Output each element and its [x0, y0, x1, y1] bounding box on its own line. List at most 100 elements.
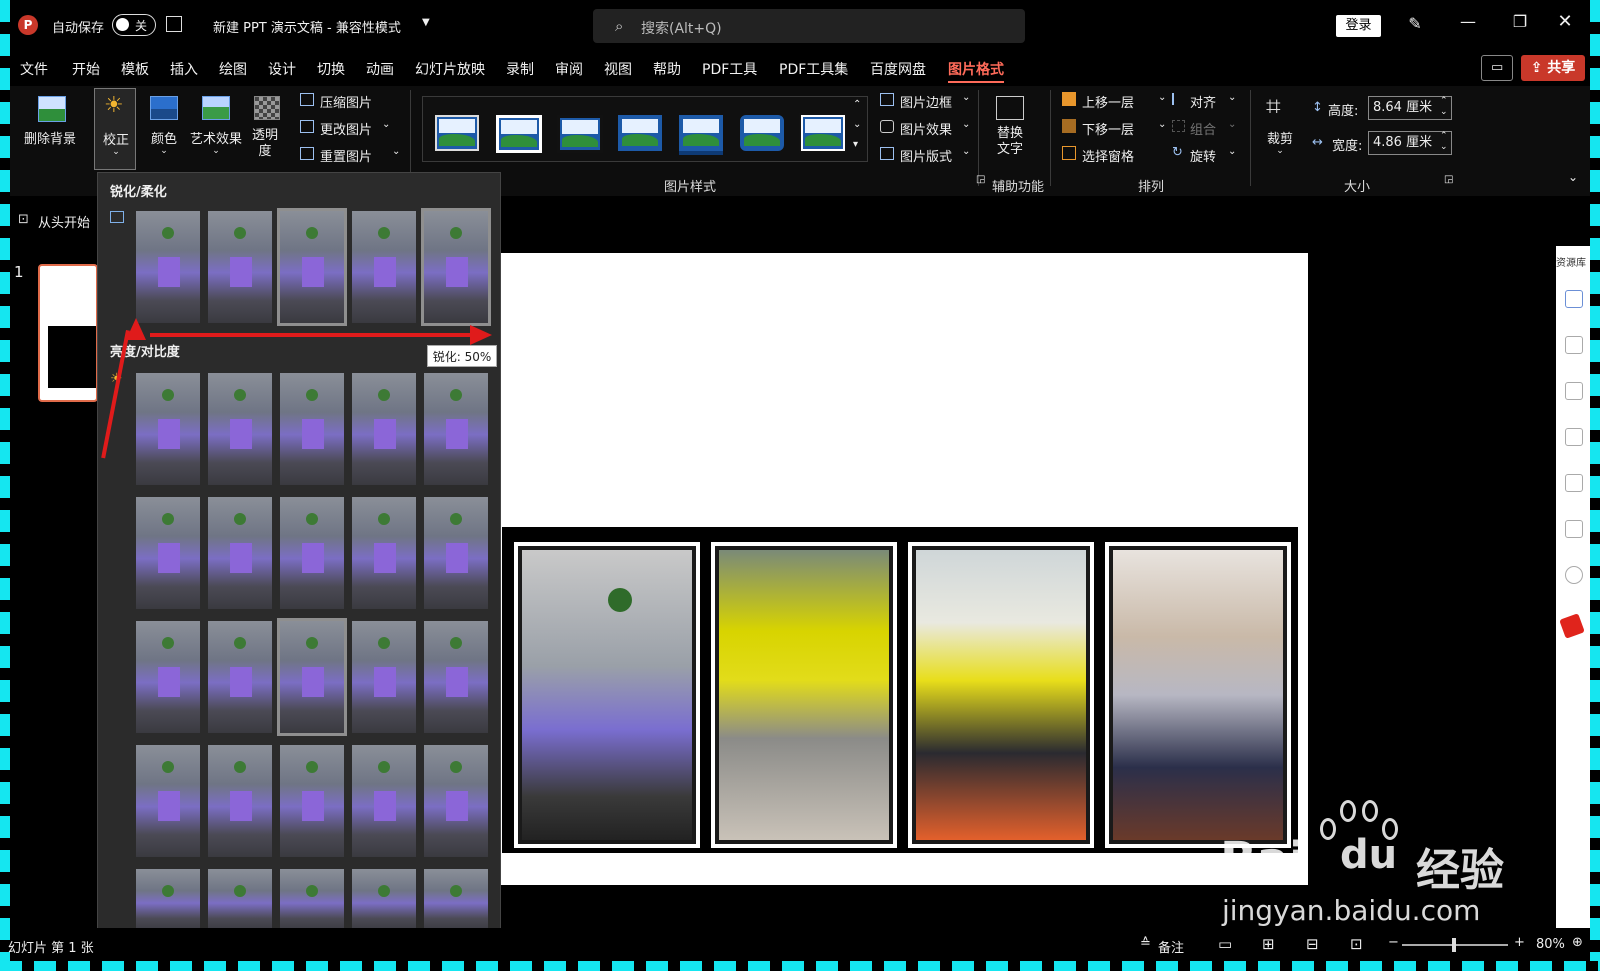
zoom-slider[interactable]: [1402, 938, 1508, 952]
picture-layout-button[interactable]: 图片版式 ⌄: [880, 146, 976, 166]
gallery-scroll-down-icon[interactable]: ⌄: [853, 119, 861, 130]
brightness-thumb[interactable]: [280, 497, 344, 609]
normal-view-icon[interactable]: ▭: [1218, 935, 1232, 953]
brightness-thumb[interactable]: [208, 373, 272, 485]
brightness-thumb[interactable]: [280, 869, 344, 931]
brightness-thumb[interactable]: [352, 497, 416, 609]
autosave-toggle[interactable]: 关: [112, 14, 156, 36]
artistic-effects-button[interactable]: 艺术效果 ⌄: [188, 94, 244, 160]
slide-sorter-icon[interactable]: ⊞: [1262, 935, 1275, 953]
brightness-thumb[interactable]: [424, 869, 488, 931]
reading-view-icon[interactable]: ⊟: [1306, 935, 1319, 953]
size-dialog-launcher-icon[interactable]: ◲: [1444, 174, 1453, 185]
sharpen-thumb-5[interactable]: [421, 208, 491, 326]
menu-review[interactable]: 审阅: [555, 59, 583, 79]
brightness-thumb[interactable]: [352, 869, 416, 931]
brightness-thumb[interactable]: [352, 621, 416, 733]
menu-picture-format[interactable]: 图片格式: [948, 59, 1004, 83]
presenter-view-icon[interactable]: ⊡: [1350, 935, 1363, 953]
brightness-thumb[interactable]: [136, 497, 200, 609]
send-backward-button[interactable]: 下移一层 ⌄: [1062, 119, 1172, 139]
styles-dialog-launcher-icon[interactable]: ◲: [976, 174, 985, 185]
more-icon[interactable]: [1565, 566, 1583, 584]
resource-icon[interactable]: [1565, 336, 1583, 354]
close-icon[interactable]: ✕: [1545, 11, 1585, 32]
brightness-thumb[interactable]: [208, 869, 272, 931]
picture-style-3[interactable]: [557, 115, 603, 153]
transparency-button[interactable]: 透明度: [250, 94, 284, 166]
crop-button[interactable]: ⌗ 裁剪 ⌄: [1262, 92, 1298, 164]
alt-text-button[interactable]: 替换文字: [990, 94, 1030, 166]
zoom-in-icon[interactable]: +: [1514, 935, 1525, 950]
share-button[interactable]: ⇪ 共享: [1521, 55, 1585, 81]
corrections-button[interactable]: ☀ 校正 ⌄: [94, 88, 136, 170]
slideshow-icon[interactable]: ⊡: [18, 212, 29, 227]
zoom-level[interactable]: 80%: [1536, 937, 1565, 952]
menu-animations[interactable]: 动画: [366, 59, 394, 79]
picture-style-6[interactable]: [740, 115, 784, 151]
ribbon-collapse-icon[interactable]: ⌄: [1568, 170, 1578, 184]
comment-button[interactable]: ▭: [1481, 55, 1513, 81]
menu-home[interactable]: 开始: [72, 59, 100, 79]
pen-icon[interactable]: ✎: [1395, 14, 1435, 33]
document-title[interactable]: 新建 PPT 演示文稿 - 兼容性模式: [213, 17, 401, 36]
title-dropdown-icon[interactable]: ▼: [422, 17, 430, 28]
color-button[interactable]: 颜色 ⌄: [144, 94, 184, 160]
menu-design[interactable]: 设计: [268, 59, 296, 79]
picture-border-button[interactable]: 图片边框 ⌄: [880, 92, 976, 112]
restore-icon[interactable]: ❐: [1500, 12, 1540, 31]
menu-insert[interactable]: 插入: [170, 59, 198, 79]
menu-transitions[interactable]: 切换: [317, 59, 345, 79]
brightness-thumb[interactable]: [424, 373, 488, 485]
remove-background-button[interactable]: 删除背景: [22, 94, 78, 154]
zoom-slider-thumb[interactable]: [1452, 938, 1456, 952]
menu-slideshow[interactable]: 幻灯片放映: [415, 59, 485, 79]
save-icon[interactable]: [166, 16, 182, 32]
picture-style-5[interactable]: [679, 115, 723, 151]
menu-file[interactable]: 文件: [20, 59, 48, 79]
notes-button[interactable]: 备注: [1158, 937, 1184, 956]
picture-style-4[interactable]: [618, 115, 662, 151]
sharpen-thumb-2[interactable]: [208, 211, 272, 323]
photo-rocks[interactable]: [711, 542, 897, 848]
brightness-thumb[interactable]: [208, 745, 272, 857]
gallery-scroll-up-icon[interactable]: ⌃: [853, 99, 861, 110]
red-packet-icon[interactable]: [1559, 613, 1585, 639]
menu-pdf-toolset[interactable]: PDF工具集: [779, 59, 848, 79]
resource-icon[interactable]: [1565, 382, 1583, 400]
search-box[interactable]: ⌕ 搜索(Alt+Q): [593, 9, 1025, 43]
resource-icon[interactable]: [1565, 290, 1583, 308]
menu-draw[interactable]: 绘图: [219, 59, 247, 79]
photo-watermelon[interactable]: [514, 542, 700, 848]
rotate-button[interactable]: ↻ 旋转 ⌄: [1172, 145, 1238, 166]
brightness-thumb[interactable]: [136, 621, 200, 733]
photo-yoga[interactable]: [908, 542, 1094, 848]
picture-style-1[interactable]: [435, 115, 479, 151]
picture-style-2[interactable]: [496, 115, 542, 153]
fit-slide-icon[interactable]: ⊕: [1572, 935, 1583, 950]
minimize-icon[interactable]: —: [1448, 12, 1488, 31]
brightness-thumb[interactable]: [424, 745, 488, 857]
slideshow-from-start-label[interactable]: 从头开始: [38, 212, 90, 231]
brightness-thumb[interactable]: [136, 869, 200, 931]
sharpen-thumb-1[interactable]: [136, 211, 200, 323]
brightness-thumb[interactable]: [280, 745, 344, 857]
zoom-out-icon[interactable]: −: [1388, 935, 1399, 950]
bring-forward-button[interactable]: 上移一层 ⌄: [1062, 92, 1172, 112]
login-button[interactable]: 登录: [1336, 15, 1381, 37]
selection-pane-button[interactable]: 选择窗格: [1062, 146, 1162, 166]
height-spinner-icon[interactable]: ⌃ ⌄: [1440, 96, 1448, 118]
compress-pictures-button[interactable]: 压缩图片: [300, 92, 400, 112]
menu-templates[interactable]: 模板: [121, 59, 149, 79]
picture-style-7[interactable]: [799, 113, 847, 153]
brightness-thumb[interactable]: [352, 373, 416, 485]
slide-thumbnail[interactable]: [38, 264, 98, 402]
photo-strip[interactable]: [502, 527, 1298, 853]
brightness-thumb-selected[interactable]: [277, 618, 347, 736]
resource-icon[interactable]: [1565, 428, 1583, 446]
width-spinner-icon[interactable]: ⌃ ⌄: [1440, 131, 1448, 153]
resource-icon[interactable]: [1565, 474, 1583, 492]
notes-icon[interactable]: ≙: [1140, 936, 1151, 951]
brightness-thumb[interactable]: [136, 745, 200, 857]
align-button[interactable]: 对齐 ⌄: [1172, 92, 1238, 112]
